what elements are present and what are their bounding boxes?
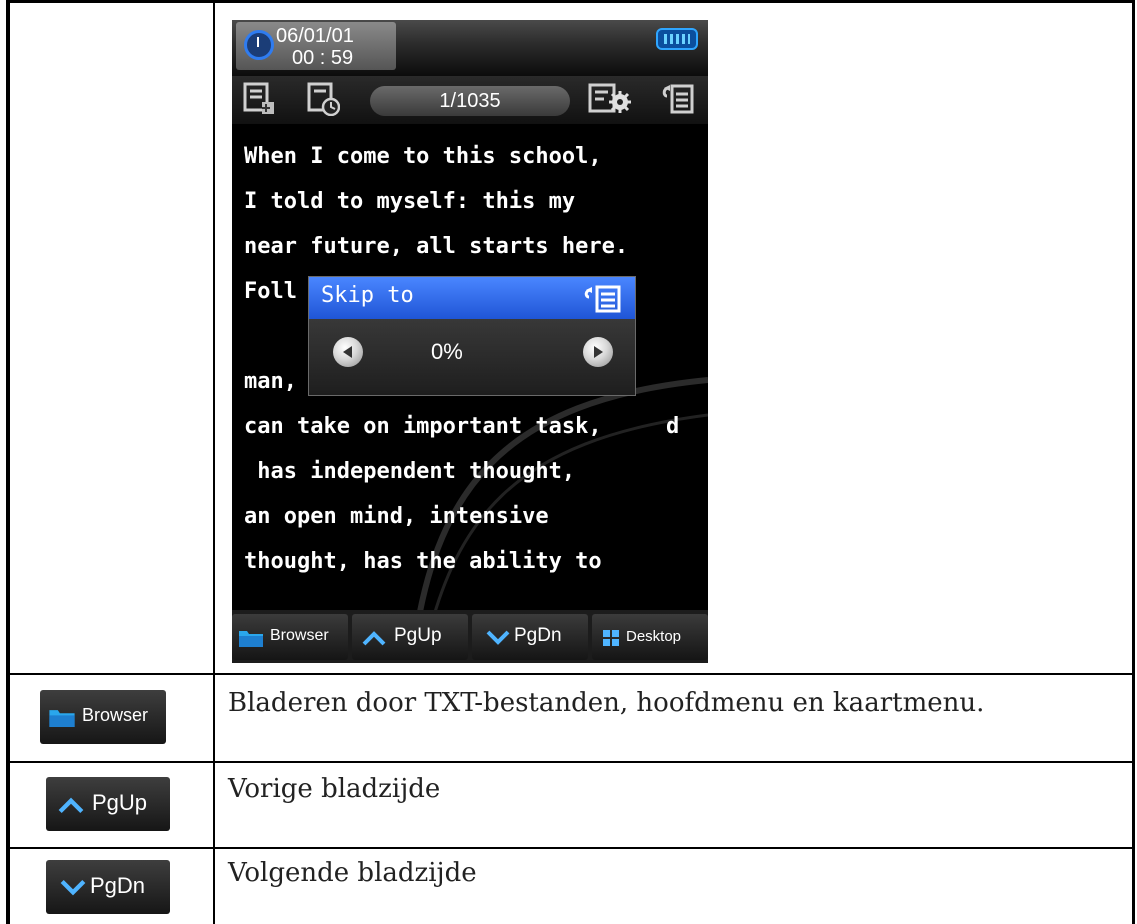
table-row-divider xyxy=(6,847,1134,849)
table-border-left xyxy=(6,0,10,924)
text-line: When I come to this school, xyxy=(244,144,602,169)
clock-panel: 06/01/01 00 : 59 xyxy=(236,22,396,70)
text-line: thought, has the ability to xyxy=(244,549,602,574)
chevron-down-icon xyxy=(486,630,510,645)
pgup-label: PgUp xyxy=(92,790,148,815)
decrease-button[interactable] xyxy=(333,337,363,367)
chevron-down-icon xyxy=(60,879,86,896)
time-display: 00 : 59 xyxy=(292,47,354,69)
pgdn-label: PgDn xyxy=(90,873,146,898)
pgup-button[interactable]: PgUp xyxy=(46,777,170,831)
chevron-up-icon xyxy=(58,797,84,814)
bookmark-add-icon[interactable] xyxy=(242,82,276,116)
grid-icon xyxy=(603,630,619,646)
row-description: Volgende bladzijde xyxy=(228,858,477,888)
arrow-left-icon xyxy=(343,346,352,358)
exit-icon[interactable] xyxy=(581,285,625,313)
browser-button[interactable]: Browser xyxy=(232,614,348,660)
text-line: near future, all starts here. xyxy=(244,234,629,259)
browser-button[interactable]: Browser xyxy=(40,690,166,744)
text-line: I told to myself: this my xyxy=(244,189,576,214)
settings-icon[interactable] xyxy=(588,82,632,116)
dialog-title: Skip to xyxy=(321,283,414,308)
text-line-end: d xyxy=(666,414,680,439)
pgup-button[interactable]: PgUp xyxy=(352,614,468,660)
folder-icon xyxy=(239,631,263,647)
pgdn-button[interactable]: PgDn xyxy=(46,860,170,914)
pgup-label: PgUp xyxy=(394,625,442,646)
browser-label: Browser xyxy=(82,705,149,725)
device-screen: 06/01/01 00 : 59 1/1035 When I come to t… xyxy=(232,20,708,663)
page-counter: 1/1035 xyxy=(370,86,570,116)
table-border-top xyxy=(6,0,1134,3)
skip-to-dialog: Skip to 0% xyxy=(308,276,636,396)
chevron-up-icon xyxy=(362,631,386,646)
reader-toolbar: 1/1035 xyxy=(232,76,708,124)
text-line: an open mind, intensive xyxy=(244,504,549,529)
browser-label: Browser xyxy=(270,627,329,644)
dialog-body: 0% xyxy=(309,319,635,395)
desktop-button[interactable]: Desktop xyxy=(592,614,708,660)
arrow-right-icon xyxy=(594,346,603,358)
battery-icon xyxy=(656,28,698,50)
table-border-right xyxy=(1132,0,1135,924)
text-line: has independent thought, xyxy=(244,459,576,484)
increase-button[interactable] xyxy=(583,337,613,367)
pgdn-label: PgDn xyxy=(514,625,562,646)
dialog-header: Skip to xyxy=(309,277,635,319)
exit-icon[interactable] xyxy=(660,82,694,116)
pgdn-button[interactable]: PgDn xyxy=(472,614,588,660)
soft-key-bar: Browser PgUp PgDn Desktop xyxy=(232,610,708,663)
table-row-divider xyxy=(6,761,1134,763)
table-column-divider xyxy=(213,0,215,924)
date-display: 06/01/01 xyxy=(276,25,354,47)
folder-icon xyxy=(49,710,75,727)
clock-icon xyxy=(244,30,274,60)
status-bar: 06/01/01 00 : 59 xyxy=(232,20,708,76)
table-row-divider xyxy=(6,673,1134,675)
auto-scroll-icon[interactable] xyxy=(306,82,340,116)
row-description: Bladeren door TXT-bestanden, hoofdmenu e… xyxy=(228,688,985,718)
desktop-label: Desktop xyxy=(626,628,682,645)
skip-percent-value: 0% xyxy=(431,339,463,364)
row-description: Vorige bladzijde xyxy=(228,774,441,804)
